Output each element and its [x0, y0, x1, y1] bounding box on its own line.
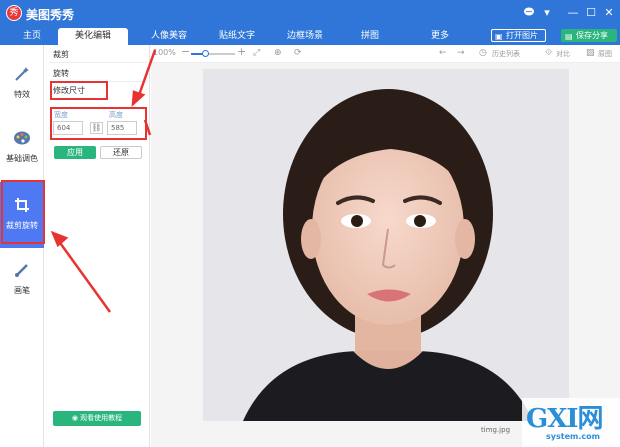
apply-button[interactable]: 应用	[54, 146, 96, 159]
original-icon[interactable]: ▨	[586, 48, 595, 58]
save-share-button[interactable]: ▤ 保存分享	[561, 29, 617, 42]
rail-label-effects: 特效	[14, 90, 30, 99]
watch-tutorial-button[interactable]: ◉ 观看使用教程	[53, 411, 141, 426]
tab-portrait[interactable]: 人像美容	[136, 28, 202, 45]
maximize-icon[interactable]: ☐	[584, 6, 598, 20]
watermark-domain: system.com	[546, 432, 600, 441]
tab-frames-scenes[interactable]: 边框场景	[272, 28, 338, 45]
save-icon: ▤	[565, 32, 573, 41]
portrait-illustration	[203, 69, 569, 421]
undo-icon[interactable]: ←	[439, 48, 447, 58]
compare-label[interactable]: 对比	[556, 49, 570, 59]
zoom-slider-thumb[interactable]	[202, 50, 209, 57]
left-rail: 特效 基础调色 裁剪旋转 画笔	[0, 45, 44, 447]
image-filename: timg.jpg	[481, 426, 511, 434]
redo-icon[interactable]: →	[457, 48, 465, 58]
compare-icon[interactable]: ⟐	[545, 48, 552, 58]
canvas-toolbar: 100% − + ⤢ ⊕ ⟳ ← → ◷ 历史列表 ⟐ 对比 ▨ 原图	[151, 45, 620, 63]
zoom-slider[interactable]	[191, 50, 235, 57]
tool-panel: 裁剪 旋转 修改尺寸 宽度 高度 604 ⛓ 585 应用 还原 ◉ 观看使用教…	[45, 45, 150, 447]
tab-home[interactable]: 主页	[12, 28, 52, 45]
fit-screen-icon[interactable]: ⤢	[253, 48, 260, 58]
dropdown-menu-icon[interactable]: ▾	[540, 6, 554, 20]
palette-icon-svg	[14, 131, 30, 145]
save-share-label: 保存分享	[576, 31, 608, 40]
rotate-view-icon[interactable]: ⟳	[294, 48, 302, 58]
brush-icon	[12, 261, 32, 281]
open-image-label: 打开图片	[506, 31, 538, 40]
image-icon: ▣	[495, 32, 503, 41]
close-icon[interactable]: ✕	[602, 6, 616, 20]
callout-crop-rotate	[1, 180, 45, 244]
magnifier-icon[interactable]: ⊕	[274, 48, 282, 58]
brush-icon-svg	[15, 264, 28, 277]
rail-label-basic-color: 基础调色	[6, 154, 38, 163]
original-label[interactable]: 原图	[598, 49, 612, 59]
title-bar: 秀 美图秀秀 ▾ — ☐ ✕	[0, 0, 620, 27]
tab-collage[interactable]: 拼图	[340, 28, 400, 45]
tab-stickers-text[interactable]: 贴纸文字	[204, 28, 270, 45]
callout-resize	[50, 81, 108, 100]
crop-option[interactable]: 裁剪	[49, 47, 147, 63]
chat-bubble-icon[interactable]	[522, 6, 536, 20]
image-canvas[interactable]: timg.jpg	[151, 63, 620, 447]
tab-beautify-edit[interactable]: 美化编辑	[58, 28, 128, 45]
callout-size-fields	[50, 107, 147, 140]
zoom-level: 100%	[153, 48, 176, 57]
rail-item-basic-color[interactable]: 基础调色	[0, 119, 44, 181]
portrait-photo[interactable]	[203, 69, 569, 421]
tab-more[interactable]: 更多	[412, 28, 468, 45]
magic-wand-icon-svg	[15, 67, 29, 81]
play-icon: ◉	[71, 414, 78, 422]
chat-bubble-icon-svg	[524, 7, 534, 16]
main-tab-bar: 主页 美化编辑 人像美容 贴纸文字 边框场景 拼图 更多 ▣ 打开图片 ▤ 保存…	[0, 27, 620, 45]
tutorial-label: 观看使用教程	[80, 414, 123, 422]
minimize-icon[interactable]: —	[566, 6, 580, 20]
app-title: 美图秀秀	[26, 8, 75, 22]
history-icon[interactable]: ◷	[479, 48, 487, 58]
rail-item-brush[interactable]: 画笔	[0, 251, 44, 313]
site-watermark: GXI网 system.com	[522, 398, 620, 447]
restore-button[interactable]: 还原	[100, 146, 142, 159]
zoom-out-icon[interactable]: −	[181, 45, 190, 58]
watermark-logo-text: GXI网	[526, 404, 604, 434]
rotate-option[interactable]: 旋转	[49, 66, 147, 82]
magic-wand-icon	[12, 65, 32, 85]
zoom-in-icon[interactable]: +	[237, 45, 246, 58]
rail-label-brush: 画笔	[14, 286, 30, 295]
open-image-button[interactable]: ▣ 打开图片	[491, 29, 546, 42]
rail-item-effects[interactable]: 特效	[0, 55, 44, 117]
palette-icon	[12, 129, 32, 149]
history-list-label[interactable]: 历史列表	[492, 49, 520, 59]
app-logo-icon: 秀	[6, 5, 22, 21]
